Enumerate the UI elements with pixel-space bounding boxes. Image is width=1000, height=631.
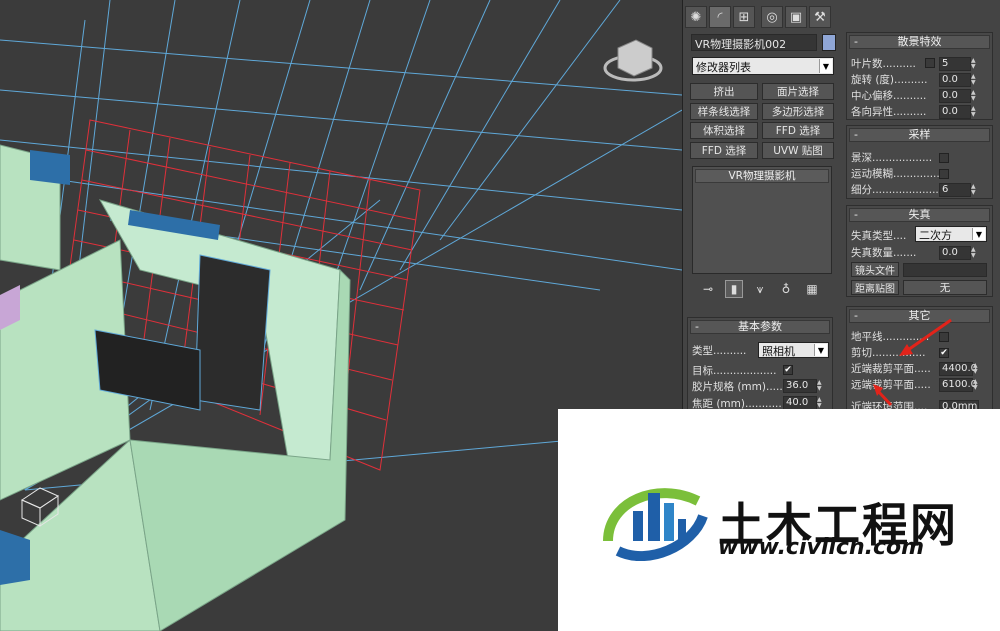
subdivs-label: 细分....................	[851, 184, 939, 196]
modifier-button-patch-select[interactable]: 面片选择	[762, 83, 834, 100]
collapse-icon: -	[854, 309, 858, 322]
lens-file-field[interactable]	[903, 263, 987, 277]
distortion-type-label: 失真类型....	[851, 230, 907, 242]
target-label: 目标...................	[692, 365, 777, 377]
spinner-arrows-icon[interactable]: ▲ ▼	[971, 74, 979, 86]
hammer-icon: ⚒	[814, 9, 826, 25]
distance-texture-label: 距离贴图	[851, 280, 899, 295]
lens-file-button[interactable]: 镜头文件	[851, 262, 899, 277]
camera-type-dropdown[interactable]: 照相机 ▼	[758, 342, 829, 358]
hierarchy-icon: ⊞	[738, 9, 750, 25]
distortion-type-dropdown[interactable]: 二次方 ▼	[915, 226, 987, 242]
rollout-header[interactable]: - 基本参数	[690, 320, 830, 334]
chevron-down-icon: ▼	[814, 344, 827, 356]
rollout-header[interactable]: - 采样	[849, 128, 990, 142]
rollout-header[interactable]: - 散景特效	[849, 35, 990, 49]
collapse-icon: -	[695, 320, 699, 333]
watermark-logo: 土木工程网 www.civilcn.com	[558, 409, 1000, 631]
stack-item-vr-camera[interactable]: VR物理摄影机	[695, 169, 829, 183]
display-icon: ▣	[789, 9, 803, 25]
collapse-icon: -	[854, 208, 858, 221]
center-bias-label: 中心偏移..........	[851, 90, 927, 102]
spinner-arrows-icon[interactable]: ▲ ▼	[971, 106, 979, 118]
display-tab[interactable]: ▣	[785, 6, 807, 28]
rotation-spinner[interactable]: 0.0 ▲ ▼	[939, 73, 976, 87]
anisotropy-spinner[interactable]: 0.0 ▲ ▼	[939, 105, 976, 119]
spinner-arrows-icon[interactable]: ▲ ▼	[971, 184, 979, 196]
rollout-title: 采样	[908, 128, 931, 141]
target-checkbox[interactable]: ✔	[783, 365, 793, 375]
spinner-arrows-icon[interactable]: ▲ ▼	[971, 247, 979, 259]
spinner-arrows-icon[interactable]: ▲ ▼	[973, 363, 981, 375]
civilcn-logo-icon	[603, 488, 708, 561]
sun-icon: ✺	[690, 9, 702, 25]
rotation-label: 旋转 (度)..........	[851, 74, 928, 86]
show-end-icon[interactable]: ▮	[725, 280, 743, 298]
dof-label: 景深..................	[851, 152, 933, 164]
collapse-icon: -	[854, 128, 858, 141]
anisotropy-label: 各向异性..........	[851, 106, 927, 118]
modifier-list-label: 修改器列表	[696, 61, 751, 74]
center-bias-spinner[interactable]: 0.0 ▲ ▼	[939, 89, 976, 103]
modifier-button-vol-select[interactable]: 体积选择	[690, 122, 758, 139]
rollout-title: 散景特效	[897, 35, 942, 48]
collapse-icon: -	[854, 35, 858, 48]
spinner-arrows-icon[interactable]: ▲ ▼	[973, 379, 981, 391]
configure-icon[interactable]: ▦	[803, 280, 821, 298]
spinner-arrows-icon[interactable]: ▲ ▼	[817, 397, 825, 409]
rollout-distortion: - 失真 失真类型.... 二次方 ▼ 失真数量....... 0.0 ▲ ▼ 镜头…	[846, 205, 993, 297]
annotation-arrows	[873, 318, 952, 407]
rollout-title: 基本参数	[738, 320, 782, 333]
chevron-down-icon: ▼	[972, 228, 985, 240]
film-gate-label: 胶片规格 (mm).....	[692, 381, 783, 393]
subdivs-spinner[interactable]: 6 ▲ ▼	[939, 183, 976, 197]
utilities-tab[interactable]: ⚒	[809, 6, 831, 28]
modifier-button-ffd-select-1[interactable]: FFD 选择	[762, 122, 834, 139]
modifier-button-ffd-select-2[interactable]: FFD 选择	[690, 142, 758, 159]
rollout-basic-params: - 基本参数 类型.......... 照相机 ▼ 目标............…	[687, 317, 833, 413]
stack-tools: ⊸ ▮ ⩛ ♁ ▦	[691, 278, 837, 300]
motion-tab[interactable]: ◎	[761, 6, 783, 28]
dof-checkbox[interactable]	[939, 153, 949, 163]
pin-icon[interactable]: ⊸	[699, 280, 717, 298]
rollout-sampling: - 采样 景深.................. 运动模糊..........…	[846, 125, 993, 199]
spinner-arrows-icon[interactable]: ▲ ▼	[971, 90, 979, 102]
rollout-header[interactable]: - 失真	[849, 208, 990, 222]
watermark-url: www.civilcn.com	[718, 535, 925, 560]
make-unique-icon[interactable]: ⩛	[751, 280, 769, 298]
modifier-list-dropdown[interactable]: 修改器列表 ▼	[692, 57, 834, 75]
create-tab[interactable]: ✺	[685, 6, 707, 28]
modifier-button-uvw-map[interactable]: UVW 贴图	[762, 142, 834, 159]
focal-length-spinner[interactable]: 40.0 ▲ ▼	[783, 396, 822, 410]
film-gate-spinner[interactable]: 36.0 ▲ ▼	[783, 379, 822, 393]
blades-spinner[interactable]: 5 ▲ ▼	[939, 57, 976, 71]
modifier-stack[interactable]: VR物理摄影机	[692, 166, 832, 274]
motion-blur-checkbox[interactable]	[939, 169, 949, 179]
motion-icon: ◎	[766, 9, 778, 25]
motion-blur-label: 运动模糊..............	[851, 168, 940, 180]
modifier-button-extrude[interactable]: 挤出	[690, 83, 758, 100]
modifier-button-poly-select[interactable]: 多边形选择	[762, 103, 834, 120]
camera-type-label: 类型..........	[692, 345, 747, 357]
object-name-field[interactable]: VR物理摄影机002	[691, 34, 817, 51]
remove-modifier-icon[interactable]: ♁	[777, 280, 795, 298]
modify-tab[interactable]: ◜	[709, 6, 731, 28]
curve-icon: ◜	[717, 9, 723, 25]
camera-type-value: 照相机	[762, 345, 795, 358]
chevron-down-icon: ▼	[819, 59, 832, 73]
spinner-arrows-icon[interactable]: ▲ ▼	[971, 58, 979, 70]
object-color-swatch[interactable]	[822, 34, 836, 51]
distance-texture-button[interactable]: 无	[903, 280, 987, 295]
modifier-button-spline-select[interactable]: 样条线选择	[690, 103, 758, 120]
blades-checkbox[interactable]	[925, 58, 935, 68]
hierarchy-tab[interactable]: ⊞	[733, 6, 755, 28]
rollout-title: 失真	[908, 208, 931, 221]
distortion-amount-label: 失真数量.......	[851, 247, 917, 259]
rollout-bokeh: - 散景特效 叶片数.......... 5 ▲ ▼ 旋转 (度).........…	[846, 32, 993, 120]
command-panel-tabs: ✺ ◜ ⊞ ◎ ▣ ⚒	[683, 6, 1000, 30]
distortion-amount-spinner[interactable]: 0.0 ▲ ▼	[939, 246, 976, 260]
spinner-arrows-icon[interactable]: ▲ ▼	[817, 380, 825, 392]
distortion-type-value: 二次方	[919, 229, 952, 242]
blades-label: 叶片数..........	[851, 58, 916, 70]
